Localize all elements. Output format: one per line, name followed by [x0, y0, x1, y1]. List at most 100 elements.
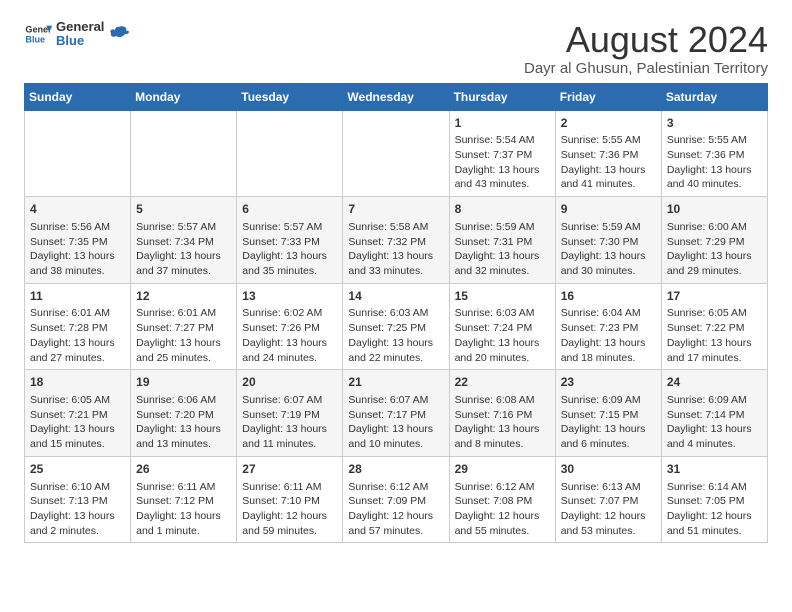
day-number: 23 — [561, 374, 656, 391]
cell-content: Sunrise: 6:05 AM — [30, 393, 125, 408]
cell-content: Sunrise: 6:12 AM — [455, 480, 550, 495]
cell-content: Sunrise: 6:04 AM — [561, 306, 656, 321]
cell-content: Sunset: 7:20 PM — [136, 408, 231, 423]
subtitle: Dayr al Ghusun, Palestinian Territory — [524, 60, 768, 77]
cell-content: Sunrise: 6:09 AM — [561, 393, 656, 408]
calendar-cell: 24Sunrise: 6:09 AMSunset: 7:14 PMDayligh… — [661, 370, 767, 457]
cell-content: Daylight: 13 hours and 27 minutes. — [30, 336, 125, 365]
title-section: August 2024 Dayr al Ghusun, Palestinian … — [524, 20, 768, 77]
day-number: 29 — [455, 461, 550, 478]
cell-content: Daylight: 13 hours and 17 minutes. — [667, 336, 762, 365]
cell-content: Daylight: 13 hours and 25 minutes. — [136, 336, 231, 365]
calendar-cell — [25, 110, 131, 197]
day-header-tuesday: Tuesday — [237, 83, 343, 110]
day-header-saturday: Saturday — [661, 83, 767, 110]
cell-content: Sunset: 7:14 PM — [667, 408, 762, 423]
cell-content: Daylight: 13 hours and 4 minutes. — [667, 422, 762, 451]
cell-content: Sunrise: 6:06 AM — [136, 393, 231, 408]
cell-content: Sunset: 7:10 PM — [242, 494, 337, 509]
day-number: 2 — [561, 115, 656, 132]
calendar-cell: 26Sunrise: 6:11 AMSunset: 7:12 PMDayligh… — [131, 456, 237, 543]
calendar-cell: 1Sunrise: 5:54 AMSunset: 7:37 PMDaylight… — [449, 110, 555, 197]
calendar-cell: 5Sunrise: 5:57 AMSunset: 7:34 PMDaylight… — [131, 197, 237, 284]
cell-content: Sunset: 7:37 PM — [455, 148, 550, 163]
cell-content: Sunrise: 5:57 AM — [242, 220, 337, 235]
day-number: 6 — [242, 201, 337, 218]
cell-content: Daylight: 12 hours and 57 minutes. — [348, 509, 443, 538]
cell-content: Sunset: 7:26 PM — [242, 321, 337, 336]
day-number: 24 — [667, 374, 762, 391]
cell-content: Sunset: 7:35 PM — [30, 235, 125, 250]
cell-content: Sunrise: 6:13 AM — [561, 480, 656, 495]
calendar-cell — [237, 110, 343, 197]
cell-content: Sunset: 7:16 PM — [455, 408, 550, 423]
cell-content: Sunset: 7:30 PM — [561, 235, 656, 250]
calendar-cell: 4Sunrise: 5:56 AMSunset: 7:35 PMDaylight… — [25, 197, 131, 284]
calendar-cell — [343, 110, 449, 197]
day-number: 14 — [348, 288, 443, 305]
day-number: 25 — [30, 461, 125, 478]
cell-content: Daylight: 13 hours and 15 minutes. — [30, 422, 125, 451]
calendar-cell — [131, 110, 237, 197]
cell-content: Sunset: 7:36 PM — [561, 148, 656, 163]
cell-content: Daylight: 12 hours and 59 minutes. — [242, 509, 337, 538]
day-number: 10 — [667, 201, 762, 218]
cell-content: Sunrise: 6:10 AM — [30, 480, 125, 495]
cell-content: Daylight: 13 hours and 20 minutes. — [455, 336, 550, 365]
calendar-cell: 20Sunrise: 6:07 AMSunset: 7:19 PMDayligh… — [237, 370, 343, 457]
cell-content: Daylight: 13 hours and 22 minutes. — [348, 336, 443, 365]
day-header-thursday: Thursday — [449, 83, 555, 110]
calendar-cell: 28 Sunrise: 6:12 AMSunset: 7:09 PMDayligh… — [343, 456, 449, 543]
calendar-cell: 14Sunrise: 6:03 AMSunset: 7:25 PMDayligh… — [343, 283, 449, 370]
day-number: 5 — [136, 201, 231, 218]
main-title: August 2024 — [524, 20, 768, 60]
cell-content: Daylight: 13 hours and 13 minutes. — [136, 422, 231, 451]
cell-content: Daylight: 13 hours and 1 minute. — [136, 509, 231, 538]
cell-content: Daylight: 12 hours and 53 minutes. — [561, 509, 656, 538]
calendar-cell: 6Sunrise: 5:57 AMSunset: 7:33 PMDaylight… — [237, 197, 343, 284]
logo-bird-icon — [108, 23, 130, 45]
calendar-cell: 2Sunrise: 5:55 AMSunset: 7:36 PMDaylight… — [555, 110, 661, 197]
calendar-cell: 15Sunrise: 6:03 AMSunset: 7:24 PMDayligh… — [449, 283, 555, 370]
cell-content: Sunrise: 6:07 AM — [242, 393, 337, 408]
calendar-week-1: 1Sunrise: 5:54 AMSunset: 7:37 PMDaylight… — [25, 110, 768, 197]
calendar-week-2: 4Sunrise: 5:56 AMSunset: 7:35 PMDaylight… — [25, 197, 768, 284]
calendar-cell: 29 Sunrise: 6:12 AMSunset: 7:08 PMDayligh… — [449, 456, 555, 543]
cell-content: Sunset: 7:19 PM — [242, 408, 337, 423]
calendar-cell: 12Sunrise: 6:01 AMSunset: 7:27 PMDayligh… — [131, 283, 237, 370]
cell-content: Sunset: 7:09 PM — [348, 494, 443, 509]
cell-content: Daylight: 13 hours and 8 minutes. — [455, 422, 550, 451]
svg-text:Blue: Blue — [25, 35, 45, 45]
cell-content: Sunrise: 6:02 AM — [242, 306, 337, 321]
calendar-cell: 27Sunrise: 6:11 AMSunset: 7:10 PMDayligh… — [237, 456, 343, 543]
cell-content: Daylight: 12 hours and 55 minutes. — [455, 509, 550, 538]
cell-content: Daylight: 13 hours and 2 minutes. — [30, 509, 125, 538]
calendar-cell: 10Sunrise: 6:00 AMSunset: 7:29 PMDayligh… — [661, 197, 767, 284]
cell-content: Sunset: 7:31 PM — [455, 235, 550, 250]
day-number: 28 — [348, 461, 443, 478]
calendar-table: SundayMondayTuesdayWednesdayThursdayFrid… — [24, 83, 768, 544]
cell-content: Sunrise: 5:57 AM — [136, 220, 231, 235]
day-number: 26 — [136, 461, 231, 478]
cell-content: Sunrise: 5:59 AM — [561, 220, 656, 235]
cell-content: Sunset: 7:08 PM — [455, 494, 550, 509]
cell-content: Sunrise: 6:12 AM — [348, 480, 443, 495]
calendar-cell: 13Sunrise: 6:02 AMSunset: 7:26 PMDayligh… — [237, 283, 343, 370]
day-number: 30 — [561, 461, 656, 478]
cell-content: Sunrise: 6:00 AM — [667, 220, 762, 235]
day-number: 1 — [455, 115, 550, 132]
calendar-cell: 21Sunrise: 6:07 AMSunset: 7:17 PMDayligh… — [343, 370, 449, 457]
cell-content: Sunrise: 5:55 AM — [561, 133, 656, 148]
cell-content: Daylight: 13 hours and 10 minutes. — [348, 422, 443, 451]
calendar-cell: 7Sunrise: 5:58 AMSunset: 7:32 PMDaylight… — [343, 197, 449, 284]
calendar-cell: 31Sunrise: 6:14 AMSunset: 7:05 PMDayligh… — [661, 456, 767, 543]
cell-content: Sunset: 7:22 PM — [667, 321, 762, 336]
day-number: 8 — [455, 201, 550, 218]
cell-content: Daylight: 13 hours and 37 minutes. — [136, 249, 231, 278]
day-number: 21 — [348, 374, 443, 391]
day-header-friday: Friday — [555, 83, 661, 110]
cell-content: Sunrise: 6:01 AM — [30, 306, 125, 321]
cell-content: Daylight: 13 hours and 38 minutes. — [30, 249, 125, 278]
cell-content: Daylight: 12 hours and 51 minutes. — [667, 509, 762, 538]
cell-content: Sunset: 7:29 PM — [667, 235, 762, 250]
